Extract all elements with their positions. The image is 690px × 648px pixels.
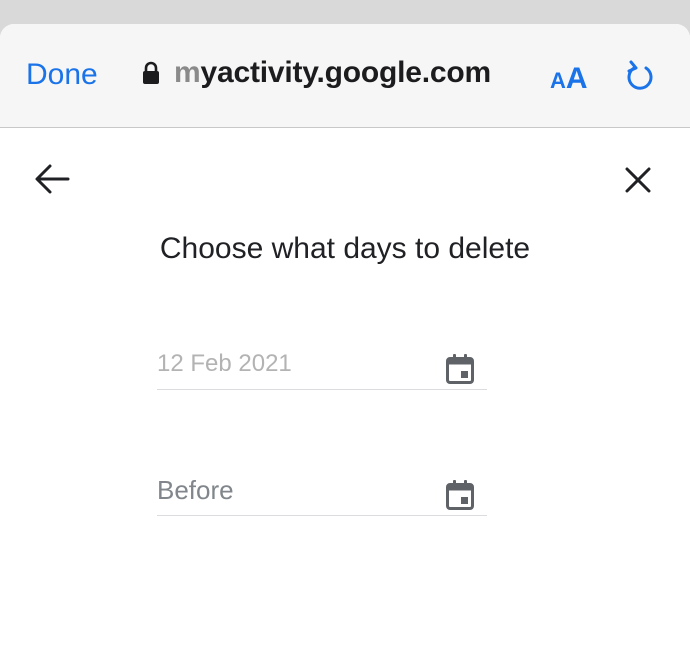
done-button[interactable]: Done <box>26 58 98 92</box>
close-icon[interactable] <box>620 162 656 198</box>
url-domain: yactivity.google.com <box>200 56 492 89</box>
before-date-field <box>157 471 487 516</box>
calendar-icon[interactable] <box>445 353 475 385</box>
after-date-field <box>157 345 487 390</box>
url-faded-prefix: m <box>174 56 201 89</box>
address-bar[interactable]: myactivity.google.com <box>142 56 491 90</box>
text-size-small: A <box>550 68 566 93</box>
lock-icon <box>142 61 160 85</box>
before-date-input[interactable] <box>157 475 427 506</box>
after-date-input[interactable] <box>157 350 427 378</box>
url-text: myactivity.google.com <box>174 56 491 90</box>
browser-sheet: Done myactivity.google.com AA Choose wha… <box>0 24 690 648</box>
reload-icon[interactable] <box>624 60 656 94</box>
text-size-large: A <box>565 62 588 95</box>
calendar-icon[interactable] <box>445 479 475 511</box>
back-arrow-icon[interactable] <box>32 162 72 196</box>
browser-toolbar: Done myactivity.google.com AA <box>0 24 690 128</box>
dialog-title: Choose what days to delete <box>159 232 531 265</box>
text-size-button[interactable]: AA <box>550 62 588 96</box>
